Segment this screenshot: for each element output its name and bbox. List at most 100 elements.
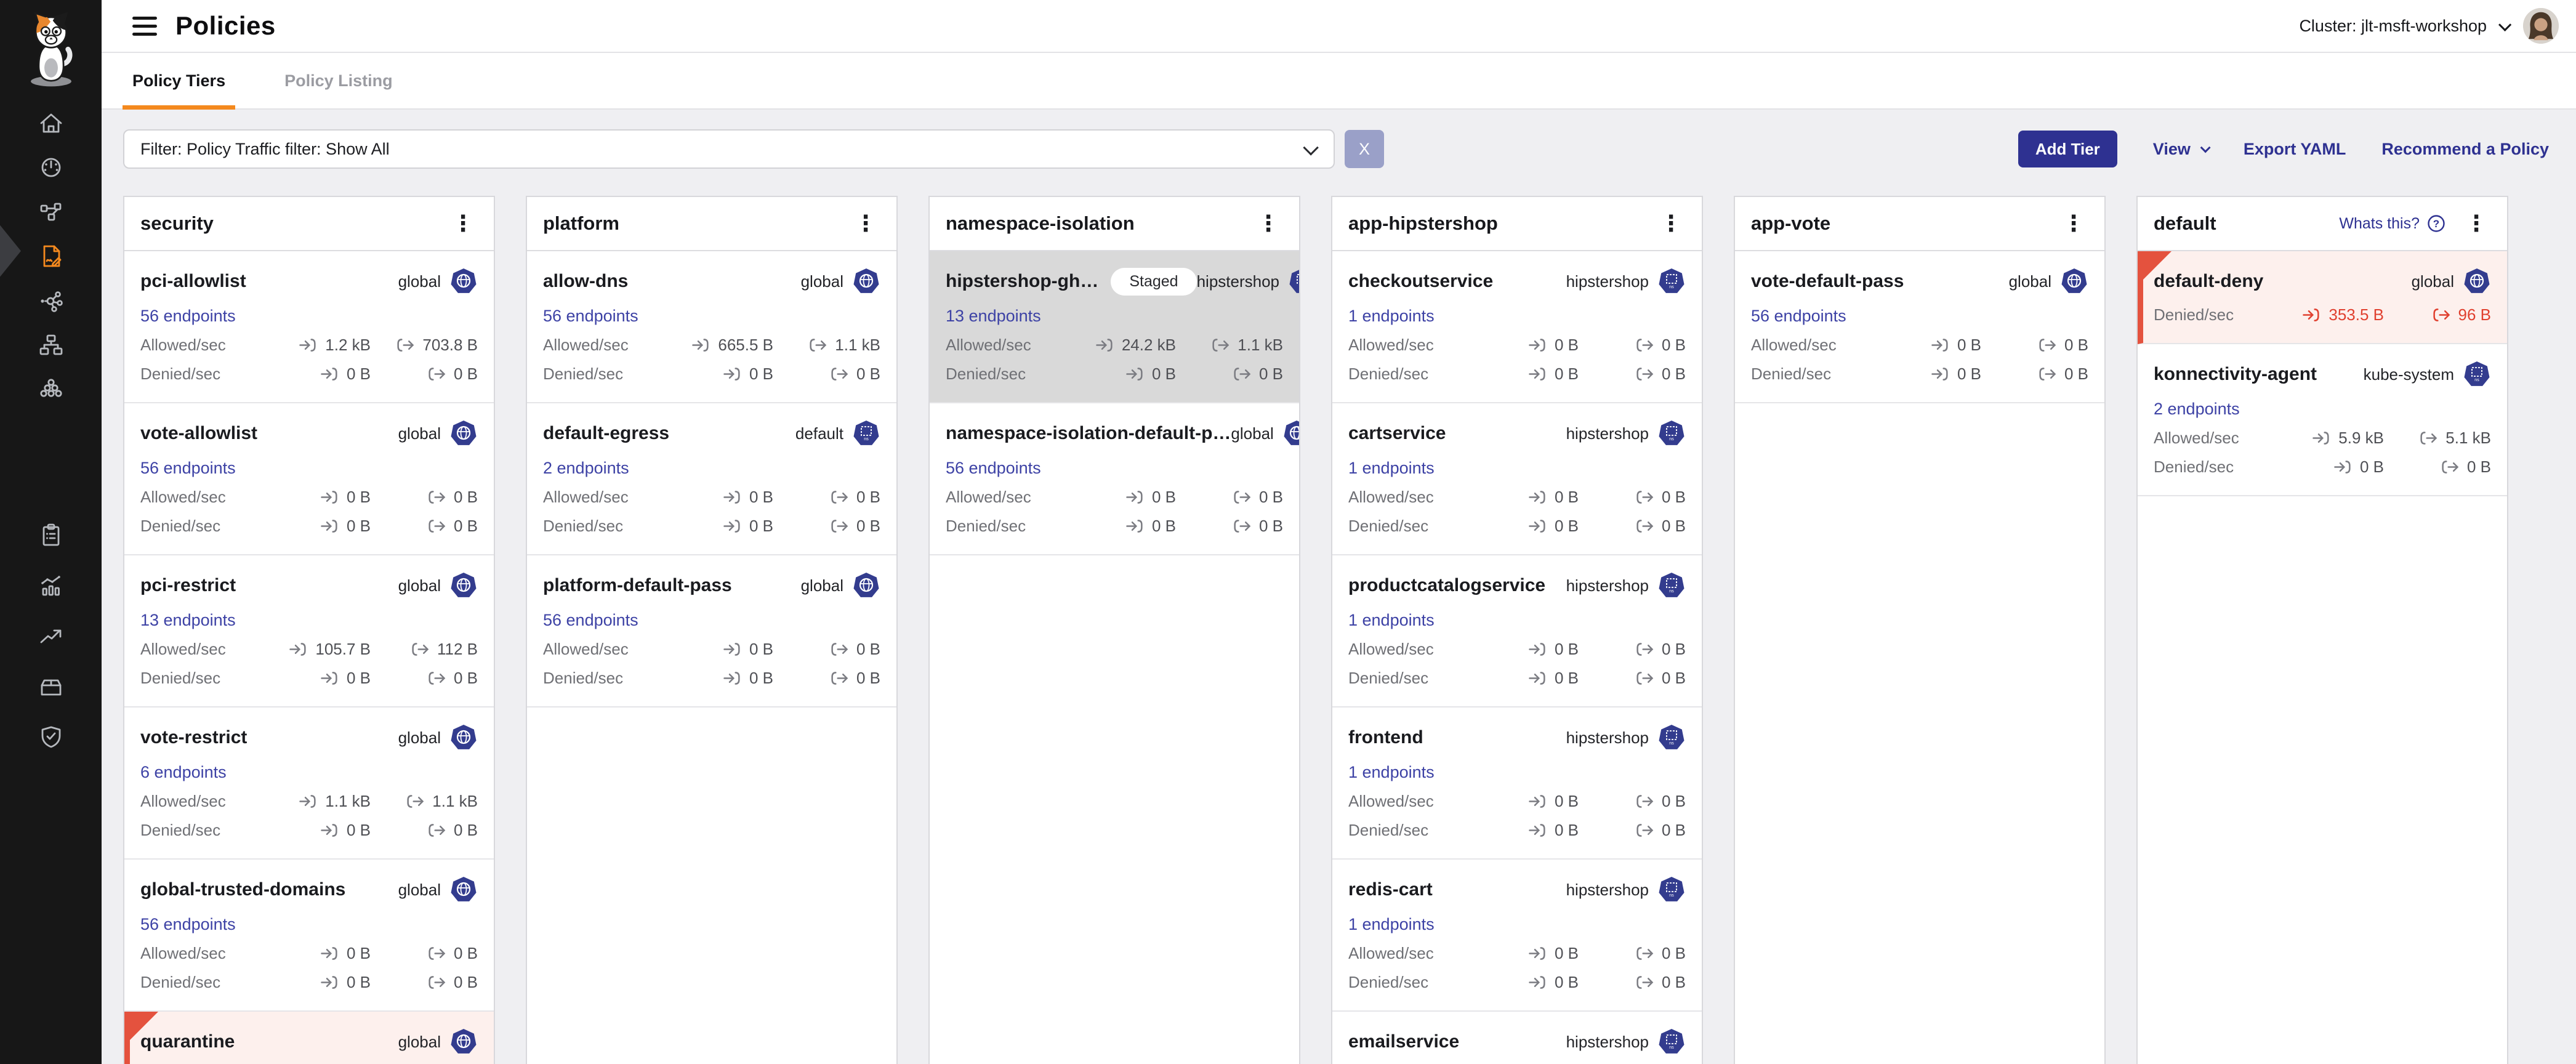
policy-card-konnectivity-agent[interactable]: konnectivity-agentkube-systemns2 endpoin…: [2138, 344, 2507, 496]
calico-cat-logo[interactable]: [0, 0, 102, 89]
policy-card-global-trusted-domains[interactable]: global-trusted-domainsglobal56 endpoints…: [124, 860, 494, 1012]
sidebar-item-policies[interactable]: [0, 234, 102, 278]
policy-card-productcatalogservice[interactable]: productcatalogservicehipstershopns1 endp…: [1332, 555, 1702, 707]
endpoints-link[interactable]: 56 endpoints: [1751, 307, 1846, 326]
policy-card-namespace-isolation-default-p[interactable]: namespace-isolation-default-p…global56 e…: [930, 403, 1299, 555]
sidebar-item-workloads[interactable]: [0, 367, 102, 411]
endpoints-link[interactable]: 1 endpoints: [1348, 763, 1435, 782]
sidebar-item-trends[interactable]: [0, 611, 102, 661]
add-tier-button[interactable]: Add Tier: [2018, 131, 2117, 167]
policy-scope: global: [398, 1028, 478, 1056]
namespace-scope-icon: ns: [1657, 419, 1686, 448]
recommend-policy-button[interactable]: Recommend a Policy: [2381, 140, 2549, 159]
namespace-scope-icon: ns: [1657, 876, 1686, 904]
endpoints-link[interactable]: 2 endpoints: [543, 459, 629, 478]
endpoints-link[interactable]: 56 endpoints: [140, 915, 236, 934]
policy-card-default-egress[interactable]: default-egressdefaultns2 endpointsAllowe…: [527, 403, 896, 555]
hamburger-menu-icon[interactable]: [132, 17, 157, 36]
policy-name: hipstershop-gh…: [946, 271, 1098, 292]
policy-card-vote-default-pass[interactable]: vote-default-passglobal56 endpointsAllow…: [1735, 251, 2104, 403]
policy-card-platform-default-pass[interactable]: platform-default-passglobal56 endpointsA…: [527, 555, 896, 707]
endpoints-link[interactable]: 1 endpoints: [1348, 459, 1435, 478]
endpoints-link[interactable]: 6 endpoints: [140, 763, 227, 782]
inbound-value: 0 B: [1878, 365, 1981, 384]
tier-menu-kebab-icon[interactable]: ⋮: [851, 212, 880, 235]
tier-header: app-hipstershop⋮: [1332, 197, 1702, 251]
sidebar-item-home[interactable]: [0, 101, 102, 145]
policy-traffic-filter-select[interactable]: Filter: Policy Traffic filter: Show All: [123, 129, 1335, 169]
traffic-metric-row: Allowed/sec0 B0 B: [543, 488, 880, 507]
inbound-value: 0 B: [2280, 457, 2384, 477]
policy-card-pci-restrict[interactable]: pci-restrictglobal13 endpointsAllowed/se…: [124, 555, 494, 707]
sidebar-item-statistics[interactable]: [0, 560, 102, 611]
endpoints-link[interactable]: 56 endpoints: [946, 459, 1041, 478]
cluster-selector[interactable]: Cluster: jlt-msft-workshop: [2299, 17, 2508, 36]
outbound-value: 0 B: [1596, 821, 1686, 840]
sidebar-item-topology[interactable]: [0, 323, 102, 367]
sidebar-item-dashboard-gauge[interactable]: [0, 145, 102, 190]
tier-column-app-hipstershop: app-hipstershop⋮checkoutservicehipstersh…: [1331, 196, 1703, 1064]
inbound-value: 24.2 kB: [1073, 336, 1176, 355]
user-avatar[interactable]: [2523, 8, 2559, 44]
endpoints-link[interactable]: 1 endpoints: [1348, 611, 1435, 630]
policy-card-redis-cart[interactable]: redis-carthipstershopns1 endpointsAllowe…: [1332, 860, 1702, 1012]
workloads-icon: [37, 375, 65, 403]
scope-label: hipstershop: [1566, 424, 1649, 443]
endpoints-link[interactable]: 56 endpoints: [140, 307, 236, 326]
policy-card-vote-restrict[interactable]: vote-restrictglobal6 endpointsAllowed/se…: [124, 707, 494, 860]
policy-card-cartservice[interactable]: cartservicehipstershopns1 endpointsAllow…: [1332, 403, 1702, 555]
svg-text:ns: ns: [1669, 589, 1674, 594]
policy-card-frontend[interactable]: frontendhipstershopns1 endpointsAllowed/…: [1332, 707, 1702, 860]
tier-menu-kebab-icon[interactable]: ⋮: [2059, 212, 2088, 235]
sidebar-item-packages[interactable]: [0, 661, 102, 712]
tab-policy-tiers[interactable]: Policy Tiers: [132, 53, 225, 108]
tier-menu-kebab-icon[interactable]: ⋮: [1254, 212, 1283, 235]
endpoints-link[interactable]: 56 endpoints: [543, 611, 638, 630]
tier-header: app-vote⋮: [1735, 197, 2104, 251]
policy-scope: hipstershopns: [1566, 571, 1686, 600]
scope-label: hipstershop: [1566, 881, 1649, 900]
metric-label: Allowed/sec: [140, 944, 226, 963]
policy-card-pci-allowlist[interactable]: pci-allowlistglobal56 endpointsAllowed/s…: [124, 251, 494, 403]
policy-card-default-deny[interactable]: default-denyglobalDenied/sec353.5 B96 B: [2138, 251, 2507, 344]
metric-label: Allowed/sec: [1348, 488, 1434, 507]
metric-label: Denied/sec: [1348, 973, 1428, 992]
statistics-icon: [37, 571, 65, 600]
policy-card-allow-dns[interactable]: allow-dnsglobal56 endpointsAllowed/sec66…: [527, 251, 896, 403]
svg-text:ns: ns: [864, 437, 869, 441]
policy-card-quarantine[interactable]: quarantineglobal0 endpoints: [124, 1012, 494, 1064]
whats-this-link[interactable]: Whats this??: [2339, 214, 2445, 233]
outbound-value: 703.8 B: [388, 336, 478, 355]
tier-menu-kebab-icon[interactable]: ⋮: [1656, 212, 1686, 235]
policy-card-vote-allowlist[interactable]: vote-allowlistglobal56 endpointsAllowed/…: [124, 403, 494, 555]
endpoints-link[interactable]: 1 endpoints: [1348, 307, 1435, 326]
scope-label: global: [398, 576, 441, 595]
scope-label: global: [801, 576, 843, 595]
endpoints-link[interactable]: 2 endpoints: [2154, 400, 2240, 419]
outbound-value: 0 B: [791, 669, 880, 688]
policy-card-emailservice[interactable]: emailservicehipstershopns1 endpointsAllo…: [1332, 1012, 1702, 1064]
export-yaml-button[interactable]: Export YAML: [2244, 140, 2346, 159]
policy-card-hipstershop-gh[interactable]: hipstershop-gh…Stagedhipstershopns13 end…: [930, 251, 1299, 403]
sidebar-item-compliance-report[interactable]: [0, 510, 102, 560]
sidebar-item-threat-defense[interactable]: [0, 712, 102, 762]
view-dropdown-button[interactable]: View: [2153, 140, 2208, 159]
compliance-report-icon: [37, 521, 65, 549]
metric-label: Denied/sec: [2154, 305, 2234, 324]
endpoints-link[interactable]: 13 endpoints: [946, 307, 1041, 326]
tier-menu-kebab-icon[interactable]: ⋮: [448, 212, 478, 235]
tab-policy-listing[interactable]: Policy Listing: [284, 53, 393, 108]
policy-scope: global: [398, 723, 478, 752]
clear-filter-button[interactable]: X: [1345, 130, 1384, 168]
endpoints-link[interactable]: 56 endpoints: [543, 307, 638, 326]
endpoints-link[interactable]: 56 endpoints: [140, 459, 236, 478]
endpoints-link[interactable]: 13 endpoints: [140, 611, 236, 630]
sidebar-item-service-graph[interactable]: [0, 278, 102, 323]
policy-scope: global: [801, 571, 880, 600]
endpoints-link[interactable]: 1 endpoints: [1348, 915, 1435, 934]
policy-card-checkoutservice[interactable]: checkoutservicehipstershopns1 endpointsA…: [1332, 251, 1702, 403]
scope-label: hipstershop: [1566, 1033, 1649, 1052]
traffic-metric-row: Allowed/sec1.2 kB703.8 B: [140, 336, 478, 355]
inbound-traffic-icon: [722, 642, 742, 657]
tier-menu-kebab-icon[interactable]: ⋮: [2461, 212, 2491, 235]
